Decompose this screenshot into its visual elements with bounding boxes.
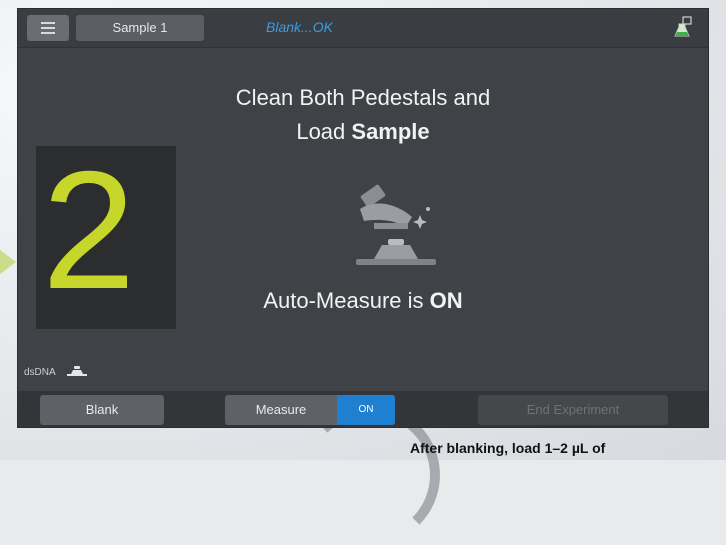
measure-label: Measure xyxy=(255,402,307,417)
instruction-line-1: Clean Both Pedestals and xyxy=(235,85,491,110)
bottom-bar: Blank Measure ON End Experiment xyxy=(18,391,708,427)
pedestal-small-icon xyxy=(67,366,87,376)
pedestal-wipe-icon xyxy=(356,184,436,265)
flask-icon[interactable] xyxy=(674,16,694,40)
auto-measure-status: Auto-Measure is ON xyxy=(263,288,463,313)
blank-status: Blank...OK xyxy=(266,19,333,35)
measure-button[interactable]: Measure ON xyxy=(225,395,395,425)
sample-tab[interactable]: Sample 1 xyxy=(76,15,204,41)
blank-button[interactable]: Blank xyxy=(40,395,164,425)
auto-measure-value: ON xyxy=(429,288,463,313)
instrument-screen: Sample 1 Blank...OK Clean Both Pedestals… xyxy=(17,8,709,428)
measure-toggle-on[interactable]: ON xyxy=(337,395,395,425)
end-experiment-button[interactable]: End Experiment xyxy=(478,395,668,425)
manual-caption: After blanking, load 1–2 µL of xyxy=(410,440,606,456)
instruction-emphasis: Sample xyxy=(351,119,430,144)
menu-button[interactable] xyxy=(27,15,69,41)
top-bar: Sample 1 Blank...OK xyxy=(18,9,708,48)
menu-icon xyxy=(41,22,55,24)
decorative-arrow xyxy=(0,250,16,274)
application-label: dsDNA xyxy=(24,367,56,378)
